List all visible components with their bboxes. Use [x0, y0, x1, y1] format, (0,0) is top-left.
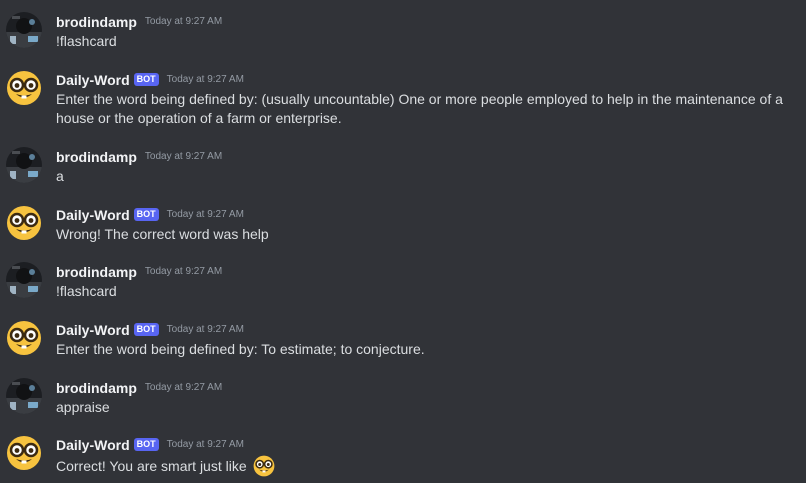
- user-avatar-icon[interactable]: [6, 12, 42, 48]
- timestamp: Today at 9:27 AM: [144, 382, 223, 393]
- bot-tag: BOT: [133, 207, 159, 221]
- username[interactable]: Daily-Word: [56, 435, 130, 455]
- username[interactable]: brodindamp: [56, 147, 137, 167]
- bot-tag: BOT: [133, 437, 159, 451]
- user-avatar-icon[interactable]: [6, 147, 42, 183]
- user-avatar-icon[interactable]: [6, 378, 42, 414]
- nerd-face-icon[interactable]: [6, 320, 42, 356]
- timestamp: Today at 9:27 AM: [166, 324, 244, 335]
- username[interactable]: brodindamp: [56, 262, 137, 282]
- message-text: a: [56, 168, 64, 184]
- bot-tag: BOT: [133, 322, 159, 336]
- message-text: !flashcard: [56, 33, 117, 49]
- username[interactable]: Daily-Word: [56, 320, 130, 340]
- message-content: Correct! You are smart just like: [56, 455, 802, 477]
- timestamp: Today at 9:27 AM: [166, 439, 244, 450]
- username[interactable]: brodindamp: [56, 378, 137, 398]
- message-text: !flashcard: [56, 283, 117, 299]
- nerd-face-icon[interactable]: [6, 70, 42, 106]
- message-text: appraise: [56, 399, 110, 415]
- timestamp: Today at 9:27 AM: [144, 16, 223, 27]
- message-text: Enter the word being defined by: (usuall…: [56, 91, 783, 126]
- chat-messages: brodindamp Today at 9:27 AM !flashcard D…: [0, 0, 806, 483]
- timestamp: Today at 9:27 AM: [144, 151, 223, 162]
- timestamp: Today at 9:27 AM: [144, 266, 223, 277]
- username[interactable]: brodindamp: [56, 12, 137, 32]
- message-text: Correct! You are smart just like: [56, 458, 247, 474]
- message-text: Enter the word being defined by: To esti…: [56, 341, 425, 357]
- username[interactable]: Daily-Word: [56, 205, 130, 225]
- timestamp: Today at 9:27 AM: [166, 74, 244, 85]
- message-text: Wrong! The correct word was help: [56, 226, 269, 242]
- nerd-face-icon[interactable]: [6, 205, 42, 241]
- nerd-face-icon[interactable]: [6, 435, 42, 471]
- user-avatar-icon[interactable]: [6, 262, 42, 298]
- username[interactable]: Daily-Word: [56, 70, 130, 90]
- bot-tag: BOT: [133, 72, 159, 86]
- timestamp: Today at 9:27 AM: [166, 209, 244, 220]
- nerd-face-emoji-icon: [253, 455, 275, 477]
